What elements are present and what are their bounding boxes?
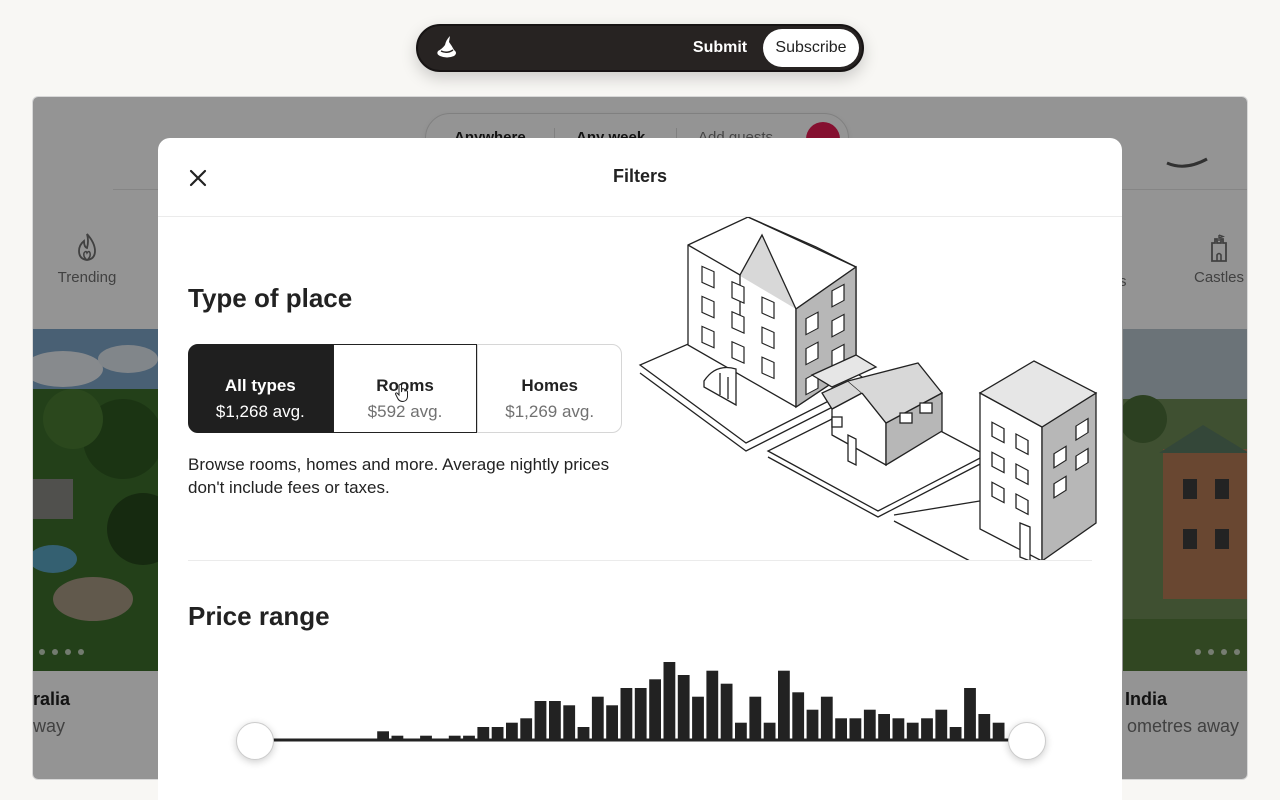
histogram-bar bbox=[921, 718, 933, 740]
houses-illustration bbox=[638, 217, 1098, 561]
histogram-bar bbox=[563, 705, 576, 740]
filters-modal: Filters Type of place All types $1,268 a… bbox=[158, 138, 1122, 800]
histogram-bar bbox=[692, 696, 704, 740]
histogram-bar bbox=[878, 714, 890, 740]
histogram-bar bbox=[591, 696, 604, 740]
histogram-bar bbox=[377, 731, 389, 740]
histogram-bar bbox=[448, 735, 461, 740]
price-range-heading: Price range bbox=[188, 601, 330, 631]
histogram-bar bbox=[706, 670, 719, 740]
type-option-price: $1,269 avg. bbox=[505, 402, 595, 421]
type-option-all-types[interactable]: All types $1,268 avg. bbox=[188, 344, 333, 433]
modal-title: Filters bbox=[612, 166, 668, 186]
histogram-bar bbox=[491, 727, 504, 740]
type-option-price: $1,268 avg. bbox=[215, 402, 305, 421]
histogram-bar bbox=[964, 688, 976, 740]
price-max-handle[interactable] bbox=[1008, 722, 1046, 760]
histogram-bar bbox=[806, 709, 819, 740]
histogram-bar bbox=[534, 701, 547, 740]
histogram-bar bbox=[992, 722, 1005, 740]
histogram-bar bbox=[820, 696, 833, 740]
histogram-bar bbox=[720, 683, 733, 740]
histogram-bar bbox=[663, 662, 676, 740]
price-min-handle[interactable] bbox=[236, 722, 274, 760]
price-histogram bbox=[254, 662, 1010, 742]
histogram-bar bbox=[391, 735, 404, 740]
submit-button[interactable]: Submit bbox=[690, 26, 750, 70]
type-option-label: Homes bbox=[521, 376, 579, 395]
histogram-bar bbox=[620, 688, 633, 740]
histogram-bar bbox=[649, 679, 661, 740]
type-option-label: All types bbox=[224, 376, 296, 395]
histogram-bar bbox=[520, 718, 533, 740]
type-of-place-selector: All types $1,268 avg. Rooms $592 avg. Ho… bbox=[188, 344, 623, 433]
histogram-bar bbox=[849, 718, 862, 740]
histogram-bar bbox=[906, 722, 919, 740]
histogram-bar bbox=[778, 670, 790, 740]
histogram-bar bbox=[763, 722, 776, 740]
histogram-bar bbox=[463, 735, 475, 740]
modal-header: Filters bbox=[158, 138, 1122, 217]
histogram-bar bbox=[792, 692, 805, 740]
top-toolbar: Submit Subscribe bbox=[416, 24, 864, 72]
histogram-bar bbox=[935, 709, 948, 740]
histogram-bar bbox=[606, 705, 618, 740]
section-divider bbox=[188, 560, 1092, 561]
histogram-bar bbox=[863, 709, 876, 740]
histogram-bar bbox=[892, 718, 905, 740]
histogram-bar bbox=[835, 718, 847, 740]
type-of-place-heading: Type of place bbox=[188, 283, 353, 313]
witch-hat-icon[interactable] bbox=[430, 32, 462, 64]
subscribe-button[interactable]: Subscribe bbox=[763, 29, 859, 67]
histogram-bar bbox=[749, 696, 762, 740]
histogram-bar bbox=[634, 688, 647, 740]
histogram-bar bbox=[577, 727, 590, 740]
type-option-homes[interactable]: Homes $1,269 avg. bbox=[477, 344, 623, 433]
histogram-bar bbox=[420, 735, 432, 740]
type-option-rooms[interactable]: Rooms $592 avg. bbox=[332, 344, 478, 433]
histogram-bar bbox=[477, 727, 490, 740]
histogram-bar bbox=[677, 675, 690, 740]
histogram-bar bbox=[506, 722, 518, 740]
histogram-bar bbox=[978, 714, 991, 740]
pointer-cursor-icon bbox=[394, 384, 408, 403]
type-of-place-description: Browse rooms, homes and more. Average ni… bbox=[188, 455, 610, 497]
type-option-price: $592 avg. bbox=[367, 402, 443, 421]
histogram-bar bbox=[549, 701, 561, 740]
histogram-bar bbox=[949, 727, 962, 740]
histogram-bar bbox=[735, 722, 747, 740]
